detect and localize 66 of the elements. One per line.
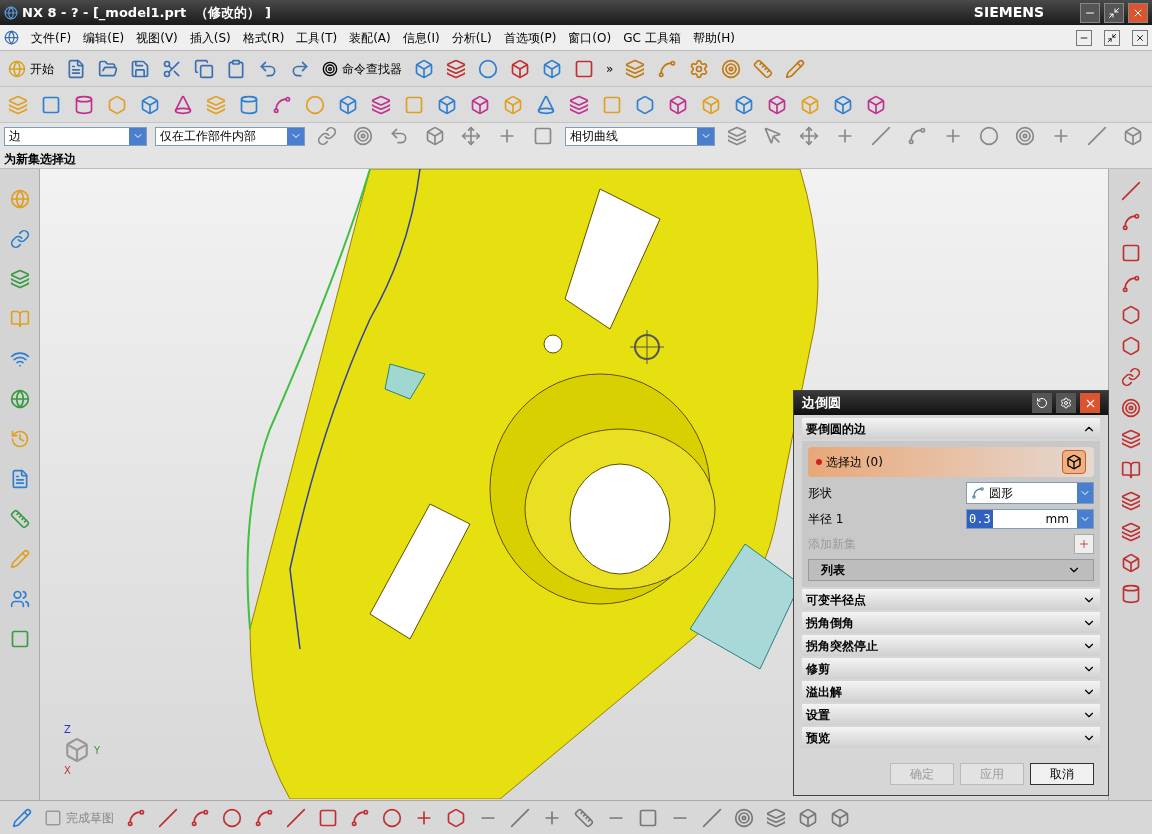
- grid-square-icon: [44, 808, 62, 827]
- cube-icon: [1066, 454, 1082, 470]
- shape-dropdown[interactable]: 圆形: [966, 482, 1094, 504]
- axis-label: Y: [94, 743, 101, 758]
- minimize-button[interactable]: [1080, 2, 1100, 23]
- select-edge-row[interactable]: 选择边 (0): [808, 447, 1094, 477]
- shape-label: 形状: [808, 485, 833, 502]
- restore-button[interactable]: [1104, 2, 1124, 23]
- menu-item[interactable]: 装配(A): [349, 28, 391, 47]
- section-header[interactable]: 预览: [802, 727, 1100, 748]
- menu-item[interactable]: 窗口(O): [568, 28, 612, 47]
- axis-label: X: [64, 764, 72, 778]
- menu-item[interactable]: 编辑(E): [83, 28, 125, 47]
- settings-icon: [1060, 397, 1072, 409]
- reset-icon: [1036, 397, 1048, 409]
- restore-button[interactable]: [1104, 29, 1120, 46]
- section-header[interactable]: 可变半径点: [802, 589, 1100, 610]
- axis-label: Z: [64, 723, 72, 737]
- menu-item[interactable]: 帮助(H): [692, 28, 736, 47]
- minimize-button[interactable]: [1076, 29, 1092, 46]
- menu-item[interactable]: GC 工具箱: [623, 28, 681, 47]
- dialog-button[interactable]: 取消: [1030, 763, 1094, 785]
- restore-icon: [1108, 6, 1120, 19]
- list-header[interactable]: 列表: [808, 559, 1094, 581]
- arc-icon: [971, 486, 985, 500]
- close-button[interactable]: [1128, 2, 1148, 23]
- select-edge-label: 选择边 (0): [826, 454, 884, 471]
- curve-rule-dropdown[interactable]: 相切曲线: [565, 126, 715, 146]
- section-header[interactable]: 拐角倒角: [802, 612, 1100, 633]
- add-set-button[interactable]: [1074, 534, 1094, 554]
- menu-item[interactable]: 文件(F): [31, 28, 72, 47]
- settings-button[interactable]: [1056, 393, 1076, 413]
- overflow-button[interactable]: »: [602, 59, 618, 78]
- work-crosshair-icon: [629, 329, 665, 365]
- section-header[interactable]: 溢出解: [802, 681, 1100, 702]
- radius-label: 半径 1: [808, 511, 845, 528]
- start-button[interactable]: 开始: [4, 59, 58, 78]
- section-header[interactable]: 拐角突然停止: [802, 635, 1100, 656]
- menu-item[interactable]: 工具(T): [296, 28, 338, 47]
- group-header[interactable]: 要倒圆的边: [802, 418, 1100, 439]
- close-icon: [1135, 32, 1145, 43]
- menu-item[interactable]: 首选项(P): [503, 28, 557, 47]
- globe-icon: [8, 59, 26, 78]
- window-title: NX 8 - ? - [_model1.prt （修改的） ]: [22, 3, 271, 23]
- menu-item[interactable]: 视图(V): [136, 28, 178, 47]
- menu-item[interactable]: 插入(S): [189, 28, 231, 47]
- menu-item[interactable]: 信息(I): [402, 28, 440, 47]
- radius-field[interactable]: 0.3 mm: [966, 509, 1094, 529]
- dialog-title: 边倒圆: [802, 394, 842, 413]
- menu-item[interactable]: 格式(R): [242, 28, 285, 47]
- type-filter-dropdown[interactable]: 边: [4, 126, 147, 146]
- select-object-button[interactable]: [1062, 450, 1086, 474]
- restore-icon: [1107, 32, 1117, 43]
- close-button[interactable]: [1132, 29, 1148, 46]
- cue-line: 为新集选择边: [4, 150, 76, 168]
- view-triad-icon: [64, 737, 90, 763]
- plus-icon: [1078, 538, 1090, 550]
- command-finder-button[interactable]: 命令查找器: [318, 59, 406, 78]
- section-header[interactable]: 修剪: [802, 658, 1100, 679]
- menu-icon: [4, 30, 19, 45]
- reset-button[interactable]: [1032, 393, 1052, 413]
- menu-item[interactable]: 分析(L): [451, 28, 492, 47]
- scope-dropdown[interactable]: 仅在工作部件内部: [155, 126, 305, 146]
- app-icon: [4, 5, 18, 20]
- brand-logo: SIEMENS: [973, 3, 1044, 22]
- section-header[interactable]: 设置: [802, 704, 1100, 725]
